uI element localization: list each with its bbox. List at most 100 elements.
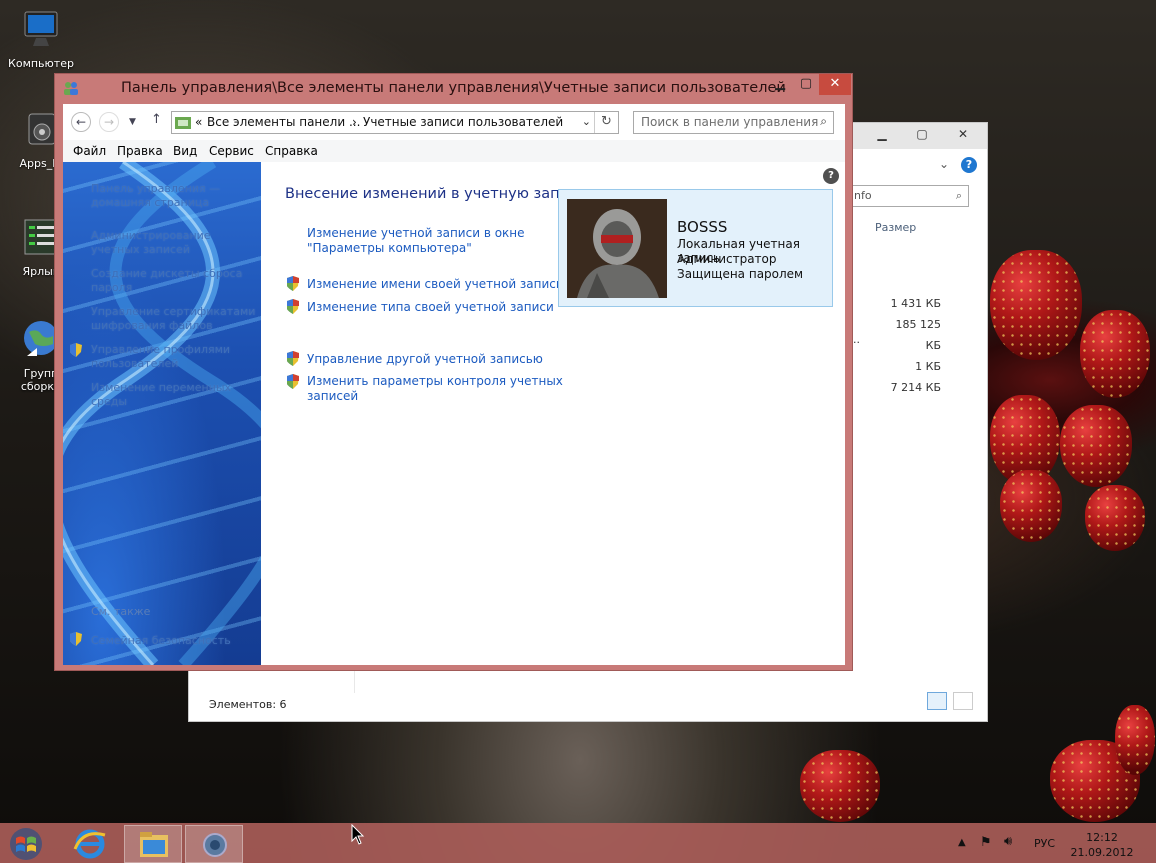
help-icon[interactable]: ? xyxy=(823,168,839,184)
user-role: Администратор xyxy=(677,252,777,266)
strawberry-decoration xyxy=(1000,470,1062,542)
forward-button[interactable]: → xyxy=(99,112,119,132)
task-link-line: записей xyxy=(307,389,359,403)
column-header-size[interactable]: Размер xyxy=(875,221,916,234)
sidebar-link-manage-accounts[interactable]: Администрирование учетных записей xyxy=(91,229,257,257)
file-size: 1 431 КБ xyxy=(890,297,941,310)
explorer-search-input[interactable]: nfo ⌕ xyxy=(849,185,969,207)
file-size-list: 1 431 КБ 185 125 КБ 1 КБ 7 214 КБ xyxy=(879,293,941,398)
breadcrumb-user-accounts[interactable]: Учетные записи пользователей xyxy=(363,115,563,129)
uac-shield-icon xyxy=(287,299,299,314)
sidebar-link-home[interactable]: Панель управления — домашняя страница xyxy=(91,182,257,210)
up-button[interactable]: ↑ xyxy=(151,112,162,127)
user-password-status: Защищена паролем xyxy=(677,267,804,281)
menu-file[interactable]: Файл xyxy=(73,144,106,158)
task-link-uac-settings[interactable]: Изменить параметры контроля учетных запи… xyxy=(307,374,563,404)
user-name: BOSSS xyxy=(677,218,728,236)
menu-help[interactable]: Справка xyxy=(265,144,318,158)
truncated-row-text: .. xyxy=(853,333,860,346)
main-content: ? Внесение изменений в учетную запись по… xyxy=(261,162,845,665)
sidebar-link-family-safety[interactable]: Семейная безопасность xyxy=(91,634,257,648)
explorer-close-button[interactable]: ✕ xyxy=(943,123,983,145)
sidebar-link-reset-disk[interactable]: Создание дискеты сброса пароля xyxy=(91,267,257,295)
help-icon[interactable]: ? xyxy=(961,157,977,173)
control-panel-icon xyxy=(175,117,191,129)
search-input[interactable]: Поиск в панели управления ⌕ xyxy=(633,111,834,134)
search-placeholder: Поиск в панели управления xyxy=(641,115,819,129)
desktop-icon-computer[interactable]: Компьютер xyxy=(4,8,78,70)
menu-edit[interactable]: Правка xyxy=(117,144,163,158)
volume-icon[interactable]: 🔊︎ xyxy=(1004,834,1012,863)
start-button-windows-icon[interactable] xyxy=(4,826,48,862)
taskbar-control-panel[interactable] xyxy=(185,825,243,863)
strawberry-decoration xyxy=(1060,405,1132,487)
chevron-down-icon[interactable]: ⌄ xyxy=(582,115,591,128)
strawberry-decoration xyxy=(800,750,880,822)
sidebar-link-env-vars[interactable]: Изменение переменных среды xyxy=(91,381,257,409)
recent-pages-dropdown[interactable]: ▼ xyxy=(129,117,136,127)
breadcrumb-all-items[interactable]: Все элементы панели ... xyxy=(207,115,360,129)
user-avatar[interactable] xyxy=(567,199,667,298)
sidebar-link-certificates[interactable]: Управление сертификатами шифрования файл… xyxy=(91,305,257,333)
uac-shield-icon xyxy=(287,276,299,291)
strawberry-decoration xyxy=(1080,310,1150,398)
task-link-change-type[interactable]: Изменение типа своей учетной записи xyxy=(307,300,554,315)
task-link-rename[interactable]: Изменение имени своей учетной записи xyxy=(307,277,564,292)
view-buttons xyxy=(925,692,973,713)
file-size: 7 214 КБ xyxy=(890,381,941,394)
menu-view[interactable]: Вид xyxy=(173,144,197,158)
refresh-icon[interactable]: ↻ xyxy=(594,112,618,133)
action-center-flag-icon[interactable]: ⚑ xyxy=(980,835,992,863)
task-link-manage-other[interactable]: Управление другой учетной записью xyxy=(307,352,543,367)
taskbar-internet-explorer[interactable] xyxy=(61,825,119,863)
search-icon: ⌕ xyxy=(955,189,962,202)
taskbar-file-explorer[interactable] xyxy=(124,825,182,863)
control-panel-window[interactable]: Панель управления\Все элементы панели уп… xyxy=(54,73,853,671)
explorer-maximize-button[interactable]: ▢ xyxy=(909,123,935,145)
family-safety-icon xyxy=(70,632,82,646)
breadcrumb-overflow[interactable]: « xyxy=(195,115,202,129)
breadcrumb-separator[interactable]: › xyxy=(352,115,357,129)
window-title: Панель управления\Все элементы панели уп… xyxy=(121,80,786,96)
folder-icon xyxy=(140,832,168,857)
desktop-icon-label: Компьютер xyxy=(8,57,74,70)
chevron-down-icon[interactable]: ⌄ xyxy=(939,157,949,171)
clock[interactable]: 12:12 21.09.2012 xyxy=(1068,830,1136,860)
status-item-count: Элементов: 6 xyxy=(209,698,287,711)
task-link-pc-settings[interactable]: Изменение учетной записи в окне "Парамет… xyxy=(307,226,525,256)
see-also-heading: См. также xyxy=(91,605,151,618)
computer-icon xyxy=(24,11,58,46)
strawberry-decoration xyxy=(1085,485,1145,551)
internet-explorer-icon xyxy=(73,829,106,859)
control-panel-icon xyxy=(203,833,227,857)
user-account-card: BOSSS Локальная учетная запись Администр… xyxy=(558,189,833,307)
avatar-image xyxy=(567,199,667,298)
sidebar-link-profiles[interactable]: Управление профилями пользователей xyxy=(91,343,257,371)
menu-tools[interactable]: Сервис xyxy=(209,144,254,158)
menu-bar: Файл Правка Вид Сервис Справка xyxy=(63,140,845,162)
explorer-minimize-button[interactable]: ▁ xyxy=(869,123,895,145)
strawberry-decoration xyxy=(990,250,1082,360)
close-button[interactable]: ✕ xyxy=(819,74,851,95)
search-icon: ⌕ xyxy=(820,114,827,128)
uac-shield-icon xyxy=(287,374,299,389)
maximize-button[interactable]: ▢ xyxy=(793,74,819,95)
uac-shield-icon xyxy=(70,343,82,357)
address-bar[interactable]: « Все элементы панели ... › Учетные запи… xyxy=(171,111,619,134)
tiles-view-button[interactable] xyxy=(953,692,973,710)
users-icon xyxy=(64,82,78,95)
strawberry-decoration xyxy=(1115,705,1155,775)
navigation-bar: ← → ▼ ↑ « Все элементы панели ... › Учет… xyxy=(63,104,845,140)
minimize-button[interactable]: ▁ xyxy=(767,74,793,95)
task-link-line: "Параметры компьютера" xyxy=(307,241,472,255)
show-hidden-icons-button[interactable]: ▲ xyxy=(958,837,966,863)
back-button[interactable]: ← xyxy=(71,112,91,132)
details-view-button[interactable] xyxy=(927,692,948,710)
clock-time: 12:12 xyxy=(1086,831,1118,844)
file-size: 1 КБ xyxy=(915,360,941,373)
search-text: nfo xyxy=(854,189,872,202)
file-size: 185 125 КБ xyxy=(895,318,942,352)
input-language-indicator[interactable]: РУС xyxy=(1034,837,1055,863)
window-client-area: ← → ▼ ↑ « Все элементы панели ... › Учет… xyxy=(63,104,845,665)
task-link-line: Изменение учетной записи в окне xyxy=(307,226,525,240)
